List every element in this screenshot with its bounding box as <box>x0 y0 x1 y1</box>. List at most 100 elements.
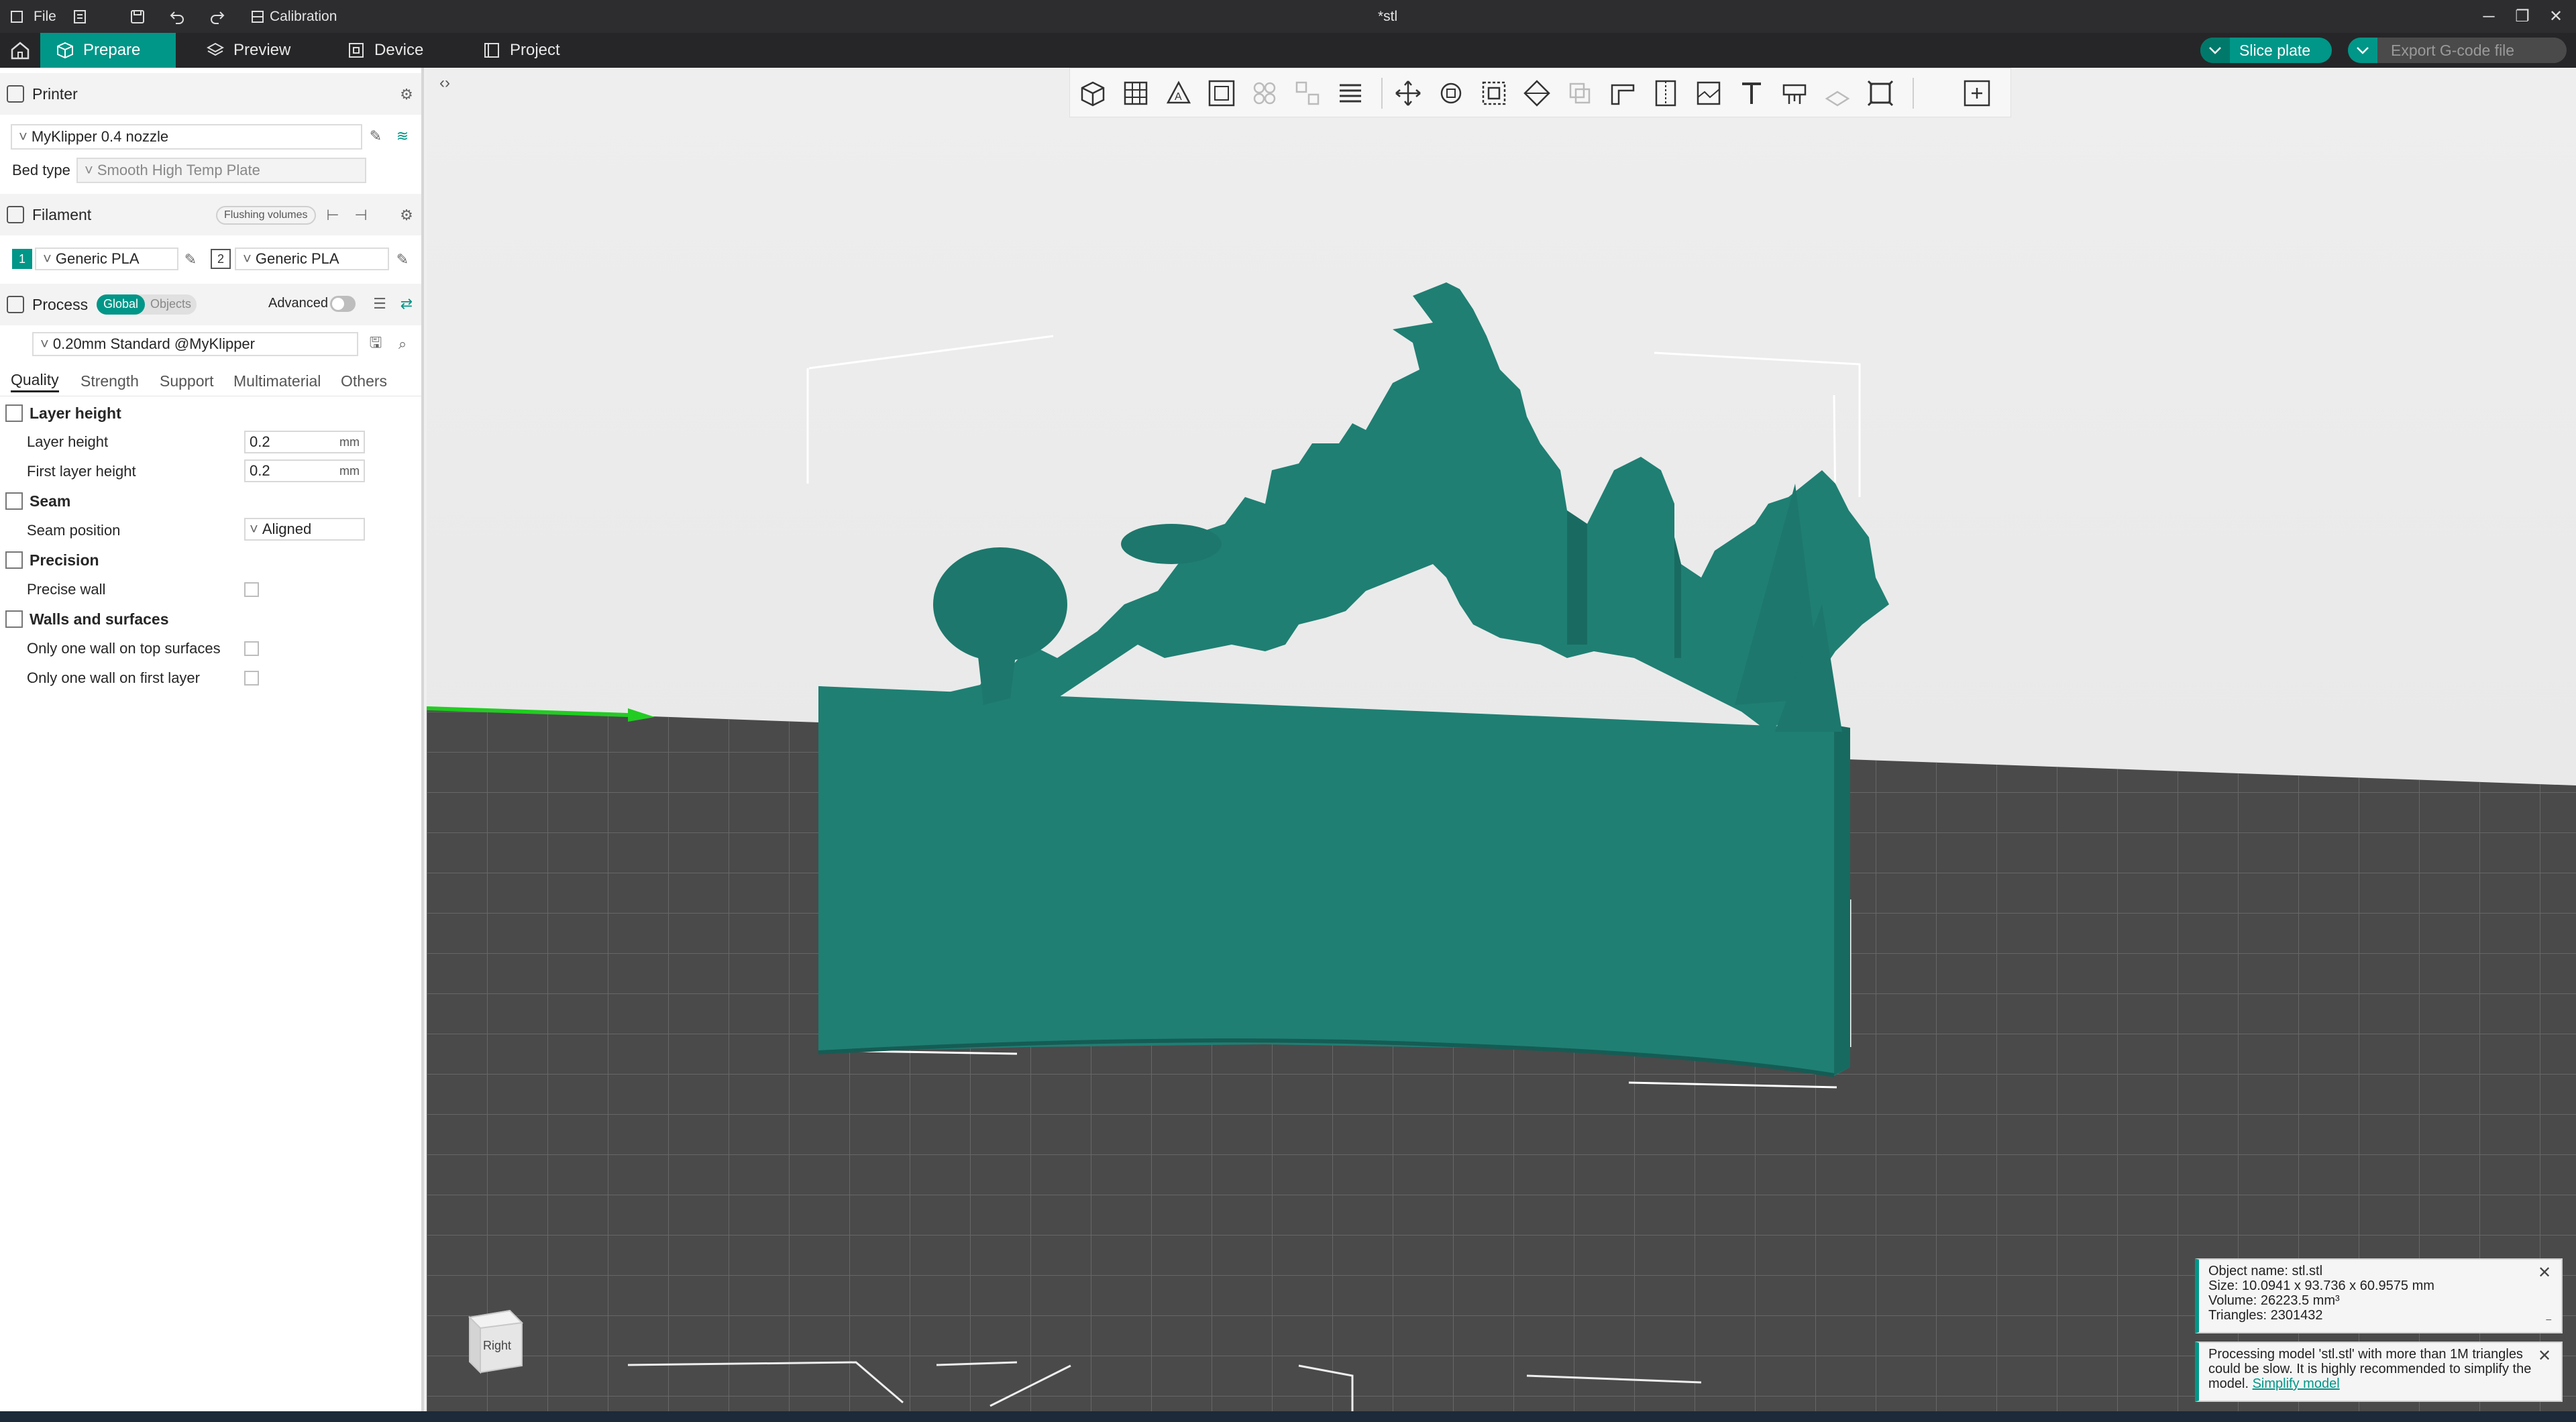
calibration-menu[interactable]: Calibration <box>251 0 337 33</box>
one-wall-first-checkbox[interactable] <box>244 671 259 686</box>
title-bar: File Calibration *stl ─ ❐ ✕ <box>0 0 2576 33</box>
document-title: *stl <box>1378 8 1398 24</box>
auto-orient-icon[interactable]: A <box>1161 76 1196 111</box>
one-wall-top-checkbox[interactable] <box>244 641 259 656</box>
assembly-icon[interactable] <box>1820 76 1855 111</box>
edit-filament-icon[interactable]: ✎ <box>393 250 412 269</box>
close-window-icon[interactable]: ✕ <box>2536 0 2576 33</box>
walls-group-label: Walls and surfaces <box>30 610 169 628</box>
split-objects-icon[interactable] <box>1247 76 1282 111</box>
export-dropdown-icon[interactable] <box>2348 38 2377 63</box>
advanced-toggle[interactable] <box>330 296 356 312</box>
slice-plate-label: Slice plate <box>2239 41 2311 59</box>
tab-others[interactable]: Others <box>341 372 387 390</box>
settings-sidebar: Printer ⚙ ˅ MyKlipper 0.4 nozzle ✎ ≋ Bed… <box>0 68 424 1422</box>
undo-icon[interactable] <box>169 0 185 33</box>
lay-on-face-icon[interactable] <box>1519 76 1554 111</box>
measure-icon[interactable] <box>1777 76 1812 111</box>
grid-plate-icon[interactable] <box>1118 76 1153 111</box>
simplify-model-link[interactable]: Simplify model <box>2253 1376 2340 1391</box>
remove-filament-icon[interactable]: ⊣ <box>352 206 370 225</box>
advanced-label: Advanced <box>268 296 328 311</box>
process-list-icon[interactable]: ☰ <box>370 294 389 313</box>
variable-layer-icon[interactable] <box>1333 76 1368 111</box>
one-wall-first-row: Only one wall on first layer <box>0 663 421 693</box>
printer-settings-icon[interactable]: ⚙ <box>397 85 416 104</box>
move-icon[interactable] <box>1391 76 1426 111</box>
global-objects-toggle[interactable]: Global Objects <box>97 294 197 315</box>
text-tool-icon[interactable] <box>1734 76 1769 111</box>
close-icon[interactable]: ✕ <box>2536 1348 2553 1366</box>
view-layout-icon[interactable] <box>1960 76 1994 111</box>
scale-icon[interactable] <box>1477 76 1511 111</box>
home-icon[interactable] <box>0 33 40 68</box>
seam-paint-icon[interactable] <box>1648 76 1683 111</box>
arrange-icon[interactable] <box>1204 76 1239 111</box>
rotate-icon[interactable] <box>1434 76 1468 111</box>
printer-section-header[interactable]: Printer <box>0 73 421 115</box>
objects-toggle[interactable]: Objects <box>145 294 197 315</box>
tab-device[interactable]: Device <box>331 33 439 68</box>
support-paint-icon[interactable] <box>1605 76 1640 111</box>
split-parts-icon[interactable] <box>1290 76 1325 111</box>
edit-filament-icon[interactable]: ✎ <box>181 250 200 269</box>
redo-icon[interactable] <box>209 0 225 33</box>
bed-type-select[interactable]: ˅ Smooth High Temp Plate <box>76 158 366 183</box>
process-section-header: Process <box>0 284 421 325</box>
close-icon[interactable]: ✕ <box>2536 1265 2553 1282</box>
search-icon[interactable]: ⌕ <box>393 335 412 353</box>
tab-preview[interactable]: Preview <box>191 33 307 68</box>
precise-wall-checkbox[interactable] <box>244 582 259 597</box>
filament-select-2[interactable]: ˅ Generic PLA <box>235 248 389 270</box>
svg-text:A: A <box>1175 91 1182 103</box>
precision-group-label: Precision <box>30 551 99 569</box>
wifi-icon[interactable]: ≋ <box>393 127 412 146</box>
filament-name-1: Generic PLA <box>55 250 140 267</box>
3d-viewport[interactable]: ‹› A Right <box>427 68 2576 1422</box>
export-gcode-label: Export G-code file <box>2391 41 2515 59</box>
object-triangles-text: Triangles: 2301432 <box>2208 1308 2323 1323</box>
global-toggle[interactable]: Global <box>97 294 146 315</box>
chevron-down-icon: ˅ <box>19 128 28 145</box>
tab-quality[interactable]: Quality <box>11 371 59 392</box>
add-filament-icon[interactable]: ⊢ <box>323 206 342 225</box>
file-menu[interactable]: File <box>34 0 56 33</box>
app-menu-icon[interactable] <box>9 0 24 33</box>
seam-position-select[interactable]: ˅ Aligned <box>244 518 365 541</box>
process-compare-icon[interactable]: ⇄ <box>397 294 416 313</box>
cut-icon[interactable] <box>1562 76 1597 111</box>
process-icon <box>7 296 24 313</box>
flushing-volumes-button[interactable]: Flushing volumes <box>216 206 316 225</box>
one-wall-top-row: Only one wall on top surfaces <box>0 634 421 663</box>
calibration-icon <box>252 10 264 23</box>
printer-select[interactable]: ˅ MyKlipper 0.4 nozzle <box>11 124 362 150</box>
view-cube[interactable]: Right <box>456 1304 530 1378</box>
bounding-frame-icon[interactable] <box>1863 76 1898 111</box>
save-preset-icon[interactable]: 🖫 <box>366 334 385 353</box>
export-gcode-button[interactable]: Export G-code file <box>2348 38 2567 63</box>
first-layer-height-unit: mm <box>339 464 360 478</box>
save-icon[interactable] <box>130 0 145 33</box>
filament-select-1[interactable]: ˅ Generic PLA <box>35 248 178 270</box>
minimize-notif-icon[interactable]: − <box>2546 1313 2552 1328</box>
process-preset-select[interactable]: ˅ 0.20mm Standard @MyKlipper <box>32 332 358 356</box>
seam-icon <box>5 492 23 510</box>
layer-height-unit: mm <box>339 435 360 449</box>
calibration-label: Calibration <box>270 8 337 24</box>
one-wall-first-label: Only one wall on first layer <box>27 669 200 686</box>
fuzzy-skin-icon[interactable] <box>1691 76 1726 111</box>
layers-icon <box>207 42 224 56</box>
tab-prepare[interactable]: Prepare <box>40 33 176 68</box>
edit-printer-icon[interactable]: ✎ <box>366 127 385 146</box>
chevron-down-icon: ˅ <box>85 162 93 178</box>
tab-strength[interactable]: Strength <box>80 372 139 390</box>
tab-project[interactable]: Project <box>467 33 576 68</box>
filament-settings-icon[interactable]: ⚙ <box>397 206 416 225</box>
tab-support[interactable]: Support <box>160 372 214 390</box>
slice-plate-button[interactable]: Slice plate <box>2200 38 2332 63</box>
add-object-icon[interactable] <box>1075 76 1110 111</box>
slice-dropdown-icon[interactable] <box>2200 38 2230 63</box>
notes-icon[interactable] <box>72 0 87 33</box>
collapse-sidebar-icon[interactable]: ‹› <box>435 73 455 93</box>
tab-multimaterial[interactable]: Multimaterial <box>233 372 321 390</box>
